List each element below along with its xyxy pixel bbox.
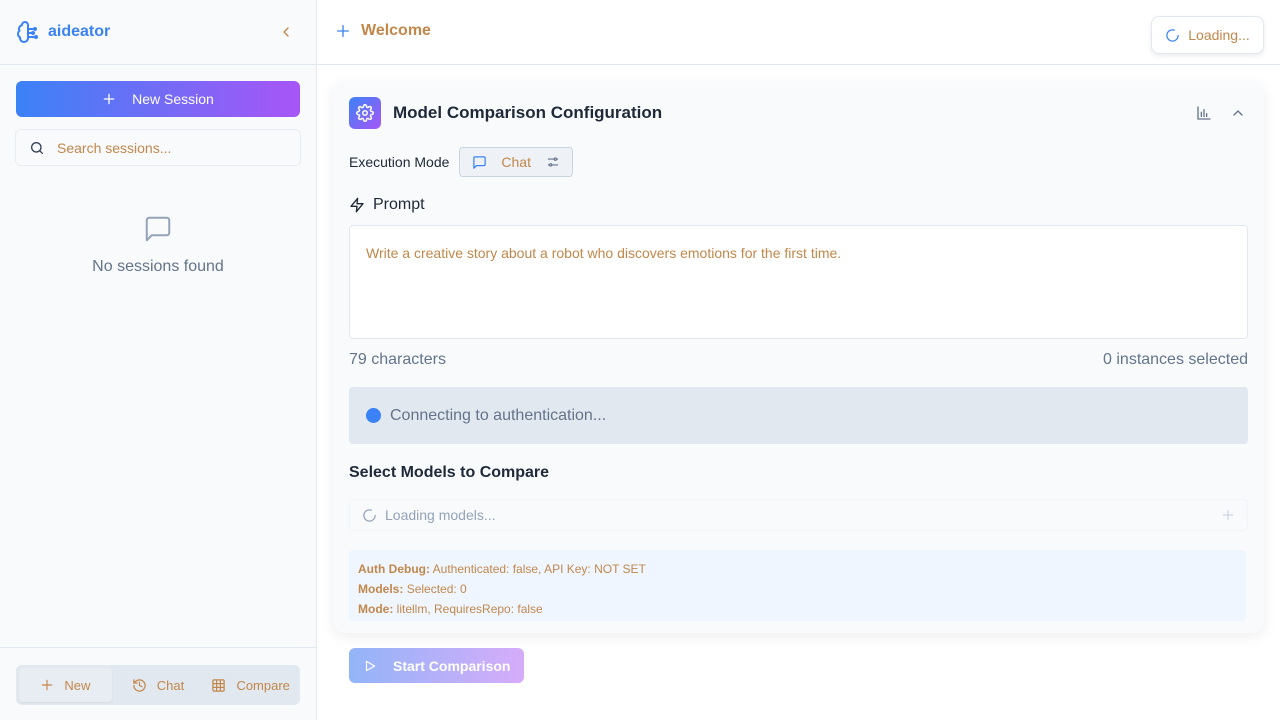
- execution-mode-label: Execution Mode: [349, 154, 450, 170]
- auth-status-banner: Connecting to authentication...: [349, 387, 1248, 444]
- brain-logo-icon: [16, 20, 40, 44]
- models-loading-text: Loading models...: [385, 507, 496, 523]
- add-model-icon[interactable]: [1221, 508, 1235, 522]
- sliders-icon: [548, 157, 559, 167]
- welcome-tab[interactable]: Welcome: [335, 22, 431, 40]
- start-comparison-label: Start Comparison: [393, 657, 511, 674]
- debug-mode-line: Mode: litellm, RequiresRepo: false: [358, 602, 543, 616]
- debug-models-line: Models: Selected: 0: [358, 582, 467, 596]
- empty-sessions: No sessions found: [0, 214, 316, 276]
- stats-button[interactable]: [1196, 105, 1212, 121]
- new-session-button[interactable]: New Session: [16, 81, 300, 117]
- search-sessions-field[interactable]: [15, 129, 301, 166]
- plus-icon: [337, 25, 349, 37]
- tab-compare-label: Compare: [236, 677, 290, 693]
- plus-icon: [103, 93, 115, 105]
- debug-panel: Auth Debug: Authenticated: false, API Ke…: [349, 550, 1246, 621]
- search-input[interactable]: [57, 139, 277, 156]
- chevron-up-icon: [1233, 110, 1243, 116]
- execution-mode-value: Chat: [501, 154, 531, 170]
- chevron-left-icon: [283, 27, 289, 37]
- tab-chat-label: Chat: [156, 677, 185, 693]
- play-icon: [365, 660, 376, 671]
- spinner-icon: [1166, 28, 1179, 42]
- loading-text: Loading...: [1188, 27, 1250, 43]
- loading-indicator: Loading...: [1151, 16, 1264, 54]
- card-title: Model Comparison Configuration: [393, 103, 663, 122]
- prompt-label: Prompt: [373, 196, 425, 213]
- model-selector[interactable]: Loading models...: [349, 499, 1248, 531]
- zap-icon: [350, 197, 364, 213]
- empty-sessions-text: No sessions found: [92, 258, 224, 275]
- history-icon: [133, 678, 146, 692]
- model-comparison-card: Model Comparison Configuration Execution…: [333, 81, 1264, 633]
- footer-tabs: New Chat Compare: [16, 665, 300, 705]
- instances-selected: 0 instances selected: [1103, 351, 1248, 368]
- tab-chat[interactable]: Chat: [112, 668, 205, 702]
- start-comparison-button[interactable]: Start Comparison: [349, 648, 524, 683]
- sidebar-header: aideator: [0, 0, 316, 65]
- new-session-label: New Session: [132, 91, 214, 107]
- collapse-sidebar-button[interactable]: [272, 18, 300, 46]
- tab-new[interactable]: New: [19, 668, 112, 702]
- grid-icon: [212, 678, 226, 692]
- prompt-heading: Prompt: [349, 196, 425, 214]
- auth-status-text: Connecting to authentication...: [390, 406, 607, 424]
- prompt-textarea[interactable]: Write a creative story about a robot who…: [349, 225, 1248, 339]
- settings-icon: [349, 97, 381, 129]
- spinner-icon: [363, 508, 376, 522]
- debug-auth-line: Auth Debug: Authenticated: false, API Ke…: [358, 562, 646, 576]
- plus-icon: [42, 679, 53, 691]
- app-name: aideator: [48, 23, 111, 40]
- message-square-icon: [143, 214, 173, 244]
- message-square-icon: [473, 155, 487, 169]
- sidebar-footer: New Chat Compare: [0, 647, 316, 720]
- sidebar: aideator New Session No sessions found N…: [0, 0, 317, 720]
- tab-compare[interactable]: Compare: [204, 668, 297, 702]
- select-models-title: Select Models to Compare: [349, 464, 550, 481]
- character-count: 79 characters: [349, 351, 446, 368]
- search-icon: [31, 141, 43, 154]
- status-dot-icon: [366, 408, 381, 423]
- tab-new-label: New: [64, 677, 91, 693]
- card-actions: [1196, 105, 1246, 121]
- card-header: Model Comparison Configuration: [349, 97, 662, 129]
- top-bar: Welcome Loading...: [317, 0, 1280, 65]
- page-title: Welcome: [361, 22, 431, 39]
- bar-chart-icon: [1197, 106, 1211, 120]
- collapse-card-button[interactable]: [1230, 105, 1246, 121]
- execution-mode-row: Execution Mode Chat: [349, 147, 574, 177]
- execution-mode-selector[interactable]: Chat: [459, 147, 574, 177]
